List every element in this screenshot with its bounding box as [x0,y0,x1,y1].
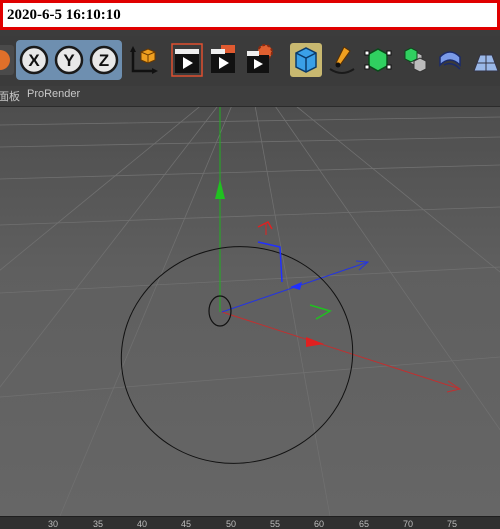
y-axis-label: Y [63,51,75,70]
timestamp-bar: 2020-6-5 16:10:10 [0,0,500,30]
deformer-icon[interactable] [434,43,466,77]
x-axis-lock-icon[interactable]: X [18,43,50,77]
z-axis-handle-icon[interactable] [290,282,302,290]
x-axis-label: X [28,51,40,70]
disc-outline[interactable] [101,225,373,485]
y-axis-handle-icon[interactable] [215,179,225,199]
floor-grid [0,107,500,516]
cube-icon[interactable] [290,43,322,77]
z-axis-lock-icon[interactable]: Z [88,43,120,77]
subdivision-icon[interactable] [362,43,394,77]
main-toolbar: X Y Z [0,36,500,87]
rotate-y-arc-icon[interactable] [309,304,332,320]
y-axis-lock-icon[interactable]: Y [53,43,85,77]
render-picture-viewer-icon[interactable] [207,43,239,77]
rotate-x-arc-icon[interactable] [257,221,273,230]
render-settings-icon[interactable] [243,43,275,77]
world-x-axis [221,311,461,390]
undo-icon[interactable] [0,43,16,77]
floor-icon[interactable] [470,43,500,77]
3d-viewport[interactable] [0,107,500,516]
x-axis-handle-icon[interactable] [306,337,324,347]
panel-menu[interactable]: 面板 [0,88,20,104]
prorender-menu[interactable]: ProRender [27,88,80,100]
timeline-ruler[interactable]: 30 35 40 45 50 55 60 65 70 75 [0,516,500,529]
coordinate-system-icon[interactable] [127,43,159,77]
pen-spline-icon[interactable] [326,43,358,77]
render-view-icon[interactable] [171,43,203,77]
array-icon[interactable] [398,43,430,77]
timestamp-text: 2020-6-5 16:10:10 [7,7,121,23]
viewport-menu-bar: 面板 ProRender [0,86,500,107]
z-axis-label: Z [99,51,109,70]
